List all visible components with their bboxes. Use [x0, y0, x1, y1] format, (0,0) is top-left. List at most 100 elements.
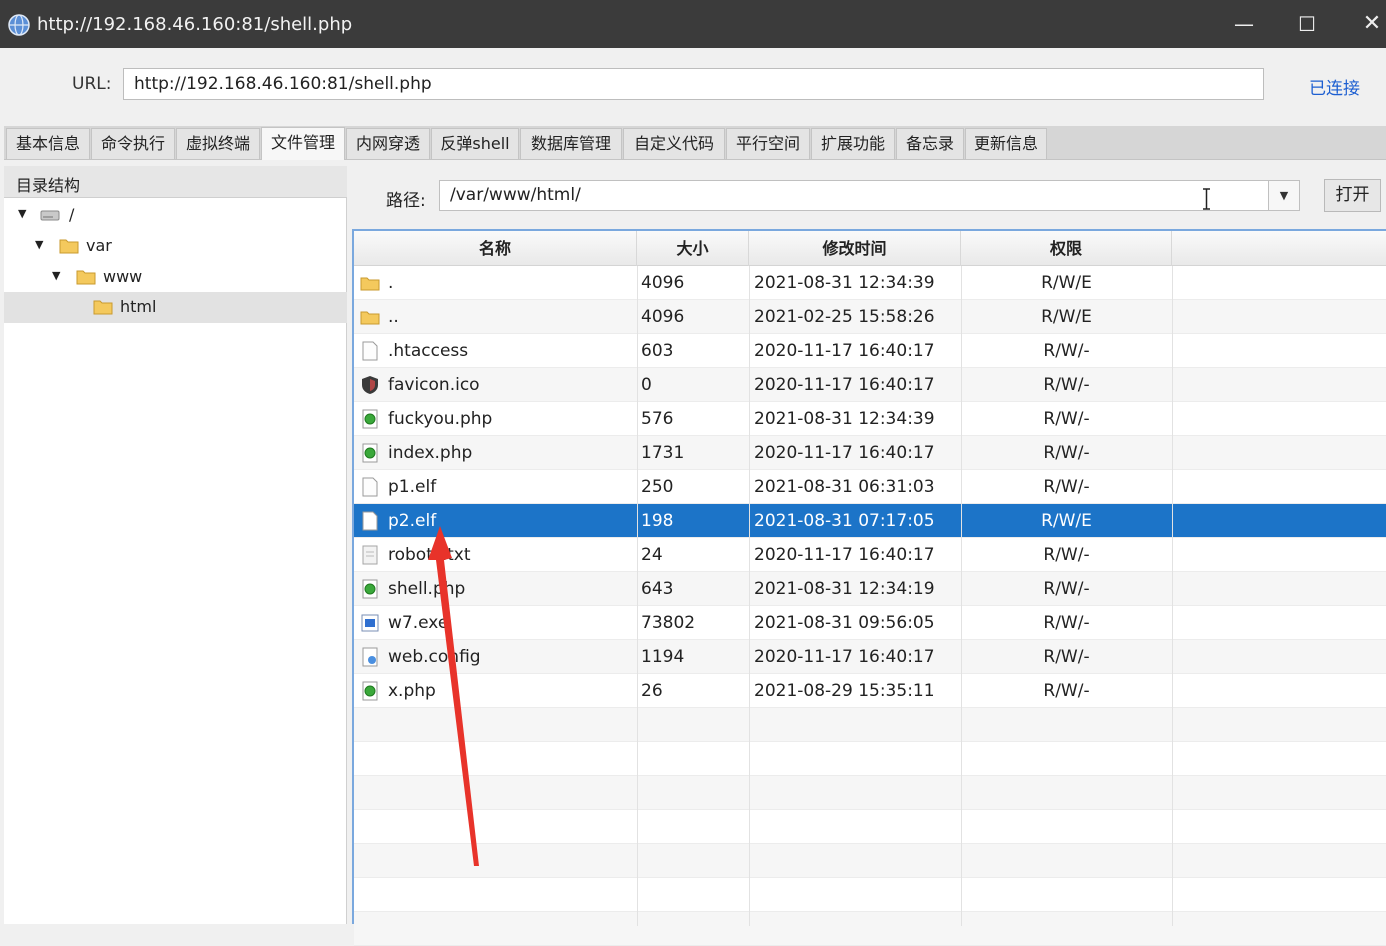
file-mtime-cell: 2020-11-17 16:40:17 [754, 545, 935, 565]
file-mtime-cell: 2020-11-17 16:40:17 [754, 341, 935, 361]
php-file-icon [362, 409, 378, 429]
tree-node-label: / [69, 205, 75, 224]
empty-row [354, 810, 1386, 844]
folder-icon [93, 300, 113, 315]
table-row[interactable]: fuckyou.php 576 2021-08-31 12:34:39 R/W/- [354, 402, 1386, 436]
tab-4[interactable]: 内网穿透 [346, 128, 430, 159]
tree-node-label: html [120, 297, 157, 316]
file-size-cell: 1194 [641, 647, 685, 667]
shield-icon [362, 376, 378, 394]
tab-9[interactable]: 扩展功能 [811, 128, 895, 159]
table-row[interactable]: robots.txt 24 2020-11-17 16:40:17 R/W/- [354, 538, 1386, 572]
tab-11[interactable]: 更新信息 [965, 128, 1047, 159]
url-label: URL: [72, 74, 112, 94]
tree-node-html[interactable]: html [4, 292, 347, 323]
php-file-icon [362, 681, 378, 701]
file-name-cell: p2.elf [388, 511, 437, 531]
expand-arrow-icon[interactable]: ▼ [35, 239, 47, 251]
file-perm-cell: R/W/E [1041, 307, 1092, 327]
file-size-cell: 0 [641, 375, 652, 395]
window-titlebar: http://192.168.46.160:81/shell.php — ☐ ✕ [0, 0, 1386, 48]
tab-6[interactable]: 数据库管理 [520, 128, 622, 159]
column-header-name[interactable]: 名称 [354, 231, 637, 266]
maximize-button[interactable]: ☐ [1291, 10, 1323, 38]
tree-node-root[interactable]: ▼ / [4, 200, 347, 231]
tab-1[interactable]: 命令执行 [91, 128, 175, 159]
file-perm-cell: R/W/- [1043, 613, 1090, 633]
file-name-cell: web.config [388, 647, 481, 667]
file-perm-cell: R/W/- [1043, 341, 1090, 361]
file-perm-cell: R/W/- [1043, 579, 1090, 599]
table-row[interactable]: x.php 26 2021-08-29 15:35:11 R/W/- [354, 674, 1386, 708]
file-size-cell: 643 [641, 579, 674, 599]
column-header-perm[interactable]: 权限 [961, 231, 1172, 266]
minimize-button[interactable]: — [1228, 10, 1260, 38]
file-icon [362, 477, 378, 497]
open-button[interactable]: 打开 [1324, 179, 1381, 212]
table-row[interactable]: p1.elf 250 2021-08-31 06:31:03 R/W/- [354, 470, 1386, 504]
close-button[interactable]: ✕ [1356, 10, 1386, 38]
text-file-icon [362, 545, 378, 565]
path-label: 路径: [386, 191, 426, 211]
tree-header: 目录结构 [4, 166, 347, 198]
table-row[interactable]: index.php 1731 2020-11-17 16:40:17 R/W/- [354, 436, 1386, 470]
column-divider [637, 266, 638, 926]
column-divider [961, 266, 962, 926]
empty-row [354, 708, 1386, 742]
path-dropdown-button[interactable]: ▼ [1268, 180, 1300, 211]
file-size-cell: 603 [641, 341, 674, 361]
column-divider [1172, 266, 1173, 926]
empty-row [354, 776, 1386, 810]
file-name-cell: . [388, 273, 394, 293]
file-mtime-cell: 2021-08-29 15:35:11 [754, 681, 935, 701]
file-mtime-cell: 2020-11-17 16:40:17 [754, 375, 935, 395]
table-row[interactable]: shell.php 643 2021-08-31 12:34:19 R/W/- [354, 572, 1386, 606]
file-table: 名称 大小 修改时间 权限 . 4096 2021-08-31 12:34:39 R/… [352, 229, 1386, 946]
tab-3[interactable]: 文件管理 [261, 127, 345, 160]
file-size-cell: 24 [641, 545, 663, 565]
table-row[interactable]: w7.exe 73802 2021-08-31 09:56:05 R/W/- [354, 606, 1386, 640]
table-row[interactable]: . 4096 2021-08-31 12:34:39 R/W/E [354, 266, 1386, 300]
file-perm-cell: R/W/E [1041, 273, 1092, 293]
tab-8[interactable]: 平行空间 [726, 128, 810, 159]
expand-arrow-icon[interactable]: ▼ [52, 270, 64, 282]
path-input[interactable]: /var/www/html/ [439, 180, 1269, 211]
tab-7[interactable]: 自定义代码 [623, 128, 725, 159]
expand-arrow-icon[interactable]: ▼ [18, 208, 30, 220]
file-mtime-cell: 2021-08-31 09:56:05 [754, 613, 935, 633]
table-row[interactable]: web.config 1194 2020-11-17 16:40:17 R/W/- [354, 640, 1386, 674]
file-perm-cell: R/W/- [1043, 409, 1090, 429]
file-perm-cell: R/W/- [1043, 443, 1090, 463]
connection-status[interactable]: 已连接 [1309, 74, 1360, 99]
tree-header-label: 目录结构 [16, 176, 81, 195]
tab-0[interactable]: 基本信息 [6, 128, 90, 159]
file-mtime-cell: 2021-08-31 12:34:39 [754, 409, 935, 429]
table-row[interactable]: .htaccess 603 2020-11-17 16:40:17 R/W/- [354, 334, 1386, 368]
url-input[interactable]: http://192.168.46.160:81/shell.php [123, 68, 1264, 100]
file-size-cell: 198 [641, 511, 674, 531]
tab-10[interactable]: 备忘录 [896, 128, 964, 159]
file-name-cell: robots.txt [388, 545, 471, 565]
folder-icon [76, 270, 96, 285]
empty-row [354, 742, 1386, 776]
file-icon [362, 511, 378, 531]
exe-file-icon [361, 614, 379, 632]
file-perm-cell: R/W/- [1043, 477, 1090, 497]
table-row[interactable]: p2.elf 198 2021-08-31 07:17:05 R/W/E [354, 504, 1386, 538]
column-header-mtime[interactable]: 修改时间 [749, 231, 961, 266]
file-name-cell: x.php [388, 681, 436, 701]
tree-node-www[interactable]: ▼ www [4, 262, 347, 293]
file-name-cell: fuckyou.php [388, 409, 493, 429]
tree-node-var[interactable]: ▼ var [4, 231, 347, 262]
table-row[interactable]: favicon.ico 0 2020-11-17 16:40:17 R/W/- [354, 368, 1386, 402]
folder-icon [360, 311, 380, 325]
tab-5[interactable]: 反弹shell [431, 128, 519, 159]
file-name-cell: shell.php [388, 579, 466, 599]
table-row[interactable]: .. 4096 2021-02-25 15:58:26 R/W/E [354, 300, 1386, 334]
folder-icon [360, 277, 380, 291]
column-header-size[interactable]: 大小 [637, 231, 749, 266]
file-size-cell: 4096 [641, 307, 685, 327]
globe-icon [8, 14, 30, 36]
php-file-icon [362, 579, 378, 599]
tab-2[interactable]: 虚拟终端 [176, 128, 260, 159]
